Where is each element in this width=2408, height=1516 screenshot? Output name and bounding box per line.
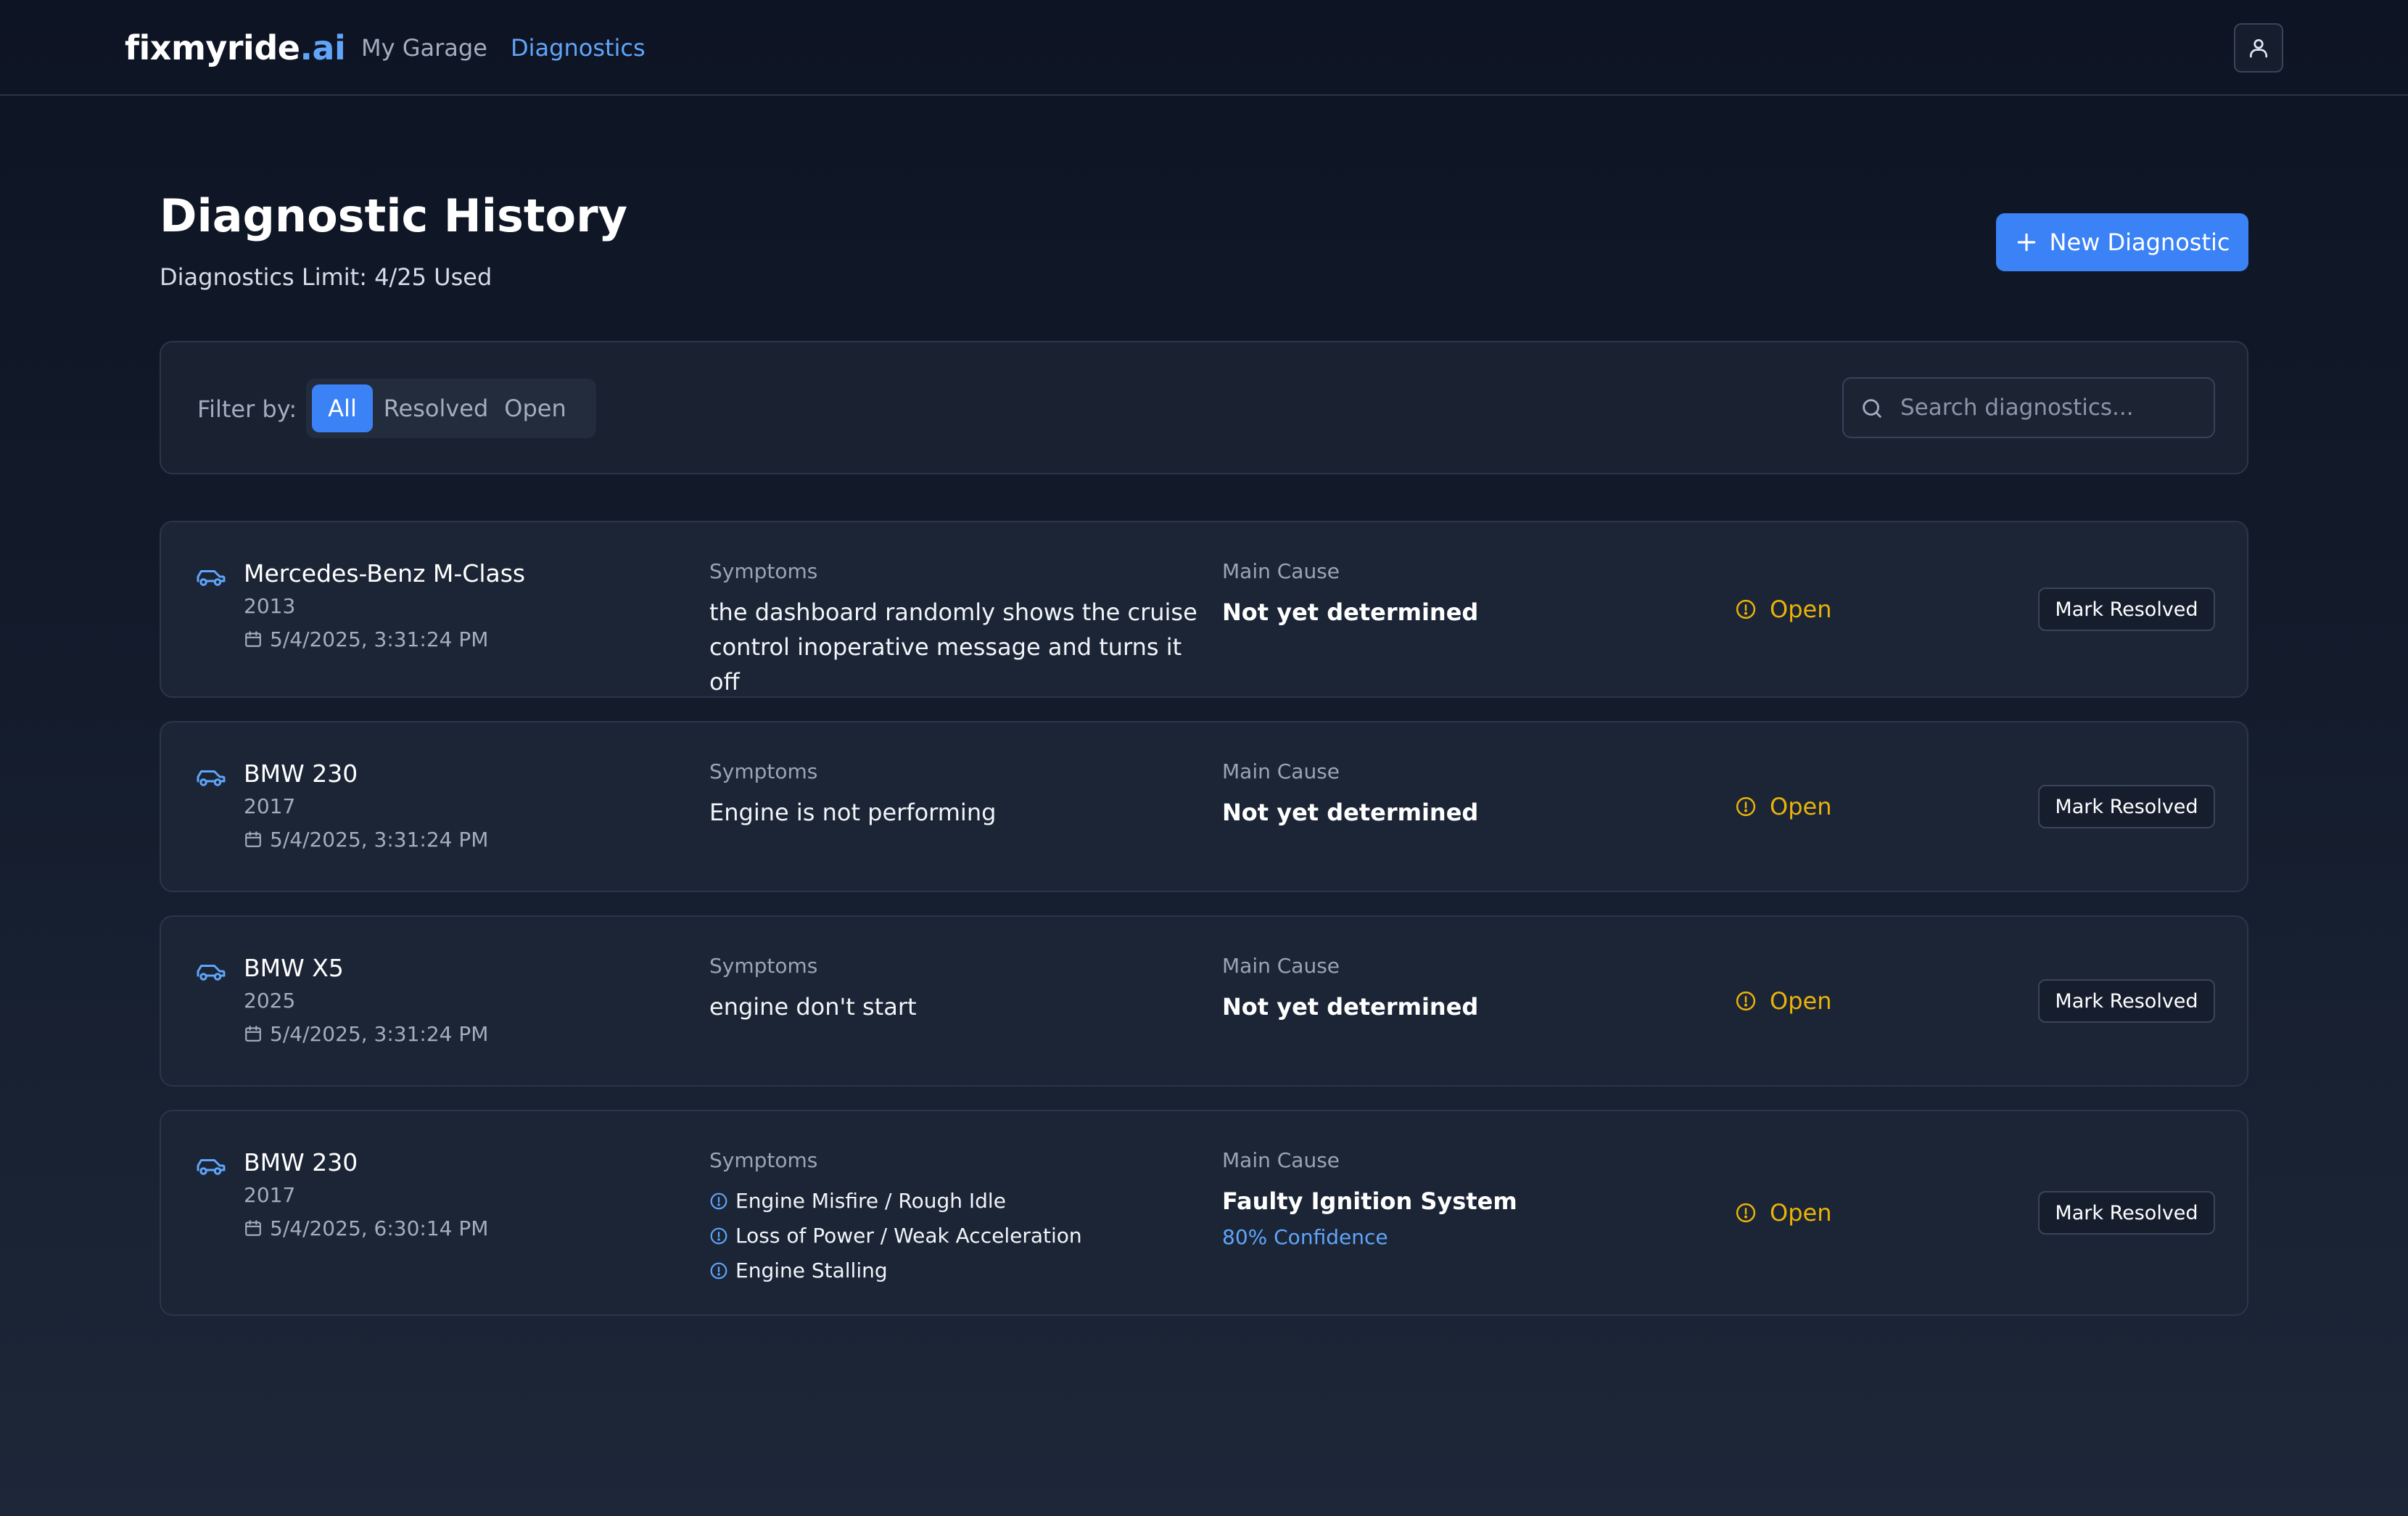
main-cause-label: Main Cause	[1222, 1148, 1340, 1172]
vehicle-year: 2013	[244, 594, 296, 618]
vehicle-name: BMW 230	[244, 759, 358, 788]
status-badge: Open	[1735, 986, 1831, 1016]
search-box[interactable]	[1842, 377, 2215, 438]
symptom-item: Loss of Power / Weak Acceleration	[709, 1219, 1082, 1253]
page-title: Diagnostic History	[160, 189, 628, 242]
symptom-item: Engine Stalling	[709, 1253, 1082, 1288]
filter-option-resolved[interactable]: Resolved	[382, 384, 490, 432]
diagnostic-card[interactable]: BMW X5 2025 5/4/2025, 3:31:24 PM Symptom…	[160, 915, 2248, 1087]
status-badge: Open	[1735, 595, 1831, 624]
diagnostic-card[interactable]: Mercedes-Benz M-Class 2013 5/4/2025, 3:3…	[160, 521, 2248, 698]
status-badge: Open	[1735, 1198, 1831, 1227]
nav-link-diagnostics[interactable]: Diagnostics	[511, 33, 646, 62]
logo-accent-text: .ai	[300, 28, 346, 67]
car-icon	[197, 570, 226, 586]
main-cause-label: Main Cause	[1222, 559, 1340, 583]
symptoms-label: Symptoms	[709, 1148, 818, 1172]
filter-option-all[interactable]: All	[312, 384, 373, 432]
mark-resolved-button[interactable]: Mark Resolved	[2038, 785, 2215, 828]
mark-resolved-button[interactable]: Mark Resolved	[2038, 588, 2215, 631]
status-text: Open	[1770, 1199, 1832, 1227]
nav-link-my-garage[interactable]: My Garage	[361, 33, 487, 62]
symptoms-text: the dashboard randomly shows the cruise …	[709, 598, 1197, 696]
new-diagnostic-button[interactable]: New Diagnostic	[1996, 213, 2248, 271]
calendar-icon	[245, 1220, 261, 1236]
alert-circle-icon	[1736, 1203, 1756, 1223]
car-icon	[197, 1159, 226, 1175]
info-circle-icon	[710, 1192, 727, 1210]
symptoms-text: engine don't start	[709, 993, 917, 1021]
filter-label: Filter by:	[197, 395, 297, 423]
vehicle-year: 2017	[244, 1183, 296, 1207]
main-cause-value: Not yet determined	[1222, 598, 1479, 626]
symptom-item: Engine Misfire / Rough Idle	[709, 1184, 1082, 1219]
search-icon	[1863, 399, 1881, 418]
symptom-item-text: Loss of Power / Weak Acceleration	[735, 1224, 1082, 1248]
alert-circle-icon	[1736, 991, 1756, 1011]
vehicle-year: 2025	[244, 989, 296, 1013]
car-icon	[197, 965, 226, 981]
confidence-value: 80% Confidence	[1222, 1225, 1388, 1249]
calendar-icon	[245, 831, 261, 847]
symptoms-list: Engine Misfire / Rough Idle Loss of Powe…	[709, 1184, 1082, 1288]
info-circle-icon	[710, 1227, 727, 1245]
symptoms-text: Engine is not performing	[709, 799, 997, 826]
top-navigation-bar: fixmyride.ai My Garage Diagnostics	[0, 0, 2408, 96]
plus-icon	[2017, 233, 2035, 252]
search-input[interactable]	[1900, 389, 2205, 427]
symptoms-label: Symptoms	[709, 954, 818, 978]
new-diagnostic-label: New Diagnostic	[2049, 228, 2230, 256]
vehicle-year: 2017	[244, 794, 296, 818]
diagnostic-date: 5/4/2025, 3:31:24 PM	[270, 1022, 489, 1046]
symptom-item-text: Engine Misfire / Rough Idle	[735, 1189, 1006, 1213]
filter-option-open[interactable]: Open	[498, 384, 573, 432]
user-menu-button[interactable]	[2234, 23, 2283, 73]
status-text: Open	[1770, 987, 1832, 1015]
filter-segmented-control: All Resolved Open	[306, 379, 596, 438]
main-cause-label: Main Cause	[1222, 759, 1340, 783]
vehicle-name: BMW 230	[244, 1148, 358, 1177]
diagnostic-card[interactable]: BMW 230 2017 5/4/2025, 3:31:24 PM Sympto…	[160, 721, 2248, 892]
symptoms-label: Symptoms	[709, 559, 818, 583]
car-icon	[197, 770, 226, 786]
calendar-icon	[245, 631, 261, 647]
diagnostic-card[interactable]: BMW 230 2017 5/4/2025, 6:30:14 PM Sympto…	[160, 1110, 2248, 1316]
calendar-icon	[245, 1026, 261, 1042]
diagnostic-date: 5/4/2025, 6:30:14 PM	[270, 1216, 489, 1240]
main-cause-value: Not yet determined	[1222, 799, 1479, 826]
user-icon	[2250, 39, 2267, 58]
diagnostic-date: 5/4/2025, 3:31:24 PM	[270, 627, 489, 651]
mark-resolved-button[interactable]: Mark Resolved	[2038, 979, 2215, 1023]
logo-main-text: fixmyride	[125, 28, 300, 67]
diagnostics-limit-text: Diagnostics Limit: 4/25 Used	[160, 263, 492, 291]
diagnostic-date: 5/4/2025, 3:31:24 PM	[270, 828, 489, 852]
symptom-item-text: Engine Stalling	[735, 1258, 888, 1282]
status-text: Open	[1770, 596, 1832, 623]
status-text: Open	[1770, 793, 1832, 820]
vehicle-name: BMW X5	[244, 954, 344, 982]
info-circle-icon	[710, 1262, 727, 1280]
filter-bar: Filter by: All Resolved Open	[160, 341, 2248, 474]
alert-circle-icon	[1736, 599, 1756, 619]
main-cause-value: Faulty Ignition System	[1222, 1187, 1517, 1215]
main-cause-value: Not yet determined	[1222, 993, 1479, 1021]
vehicle-name: Mercedes-Benz M-Class	[244, 559, 526, 588]
symptoms-label: Symptoms	[709, 759, 818, 783]
app-logo[interactable]: fixmyride.ai	[125, 26, 346, 70]
mark-resolved-button[interactable]: Mark Resolved	[2038, 1191, 2215, 1235]
status-badge: Open	[1735, 792, 1831, 821]
main-cause-label: Main Cause	[1222, 954, 1340, 978]
alert-circle-icon	[1736, 796, 1756, 817]
